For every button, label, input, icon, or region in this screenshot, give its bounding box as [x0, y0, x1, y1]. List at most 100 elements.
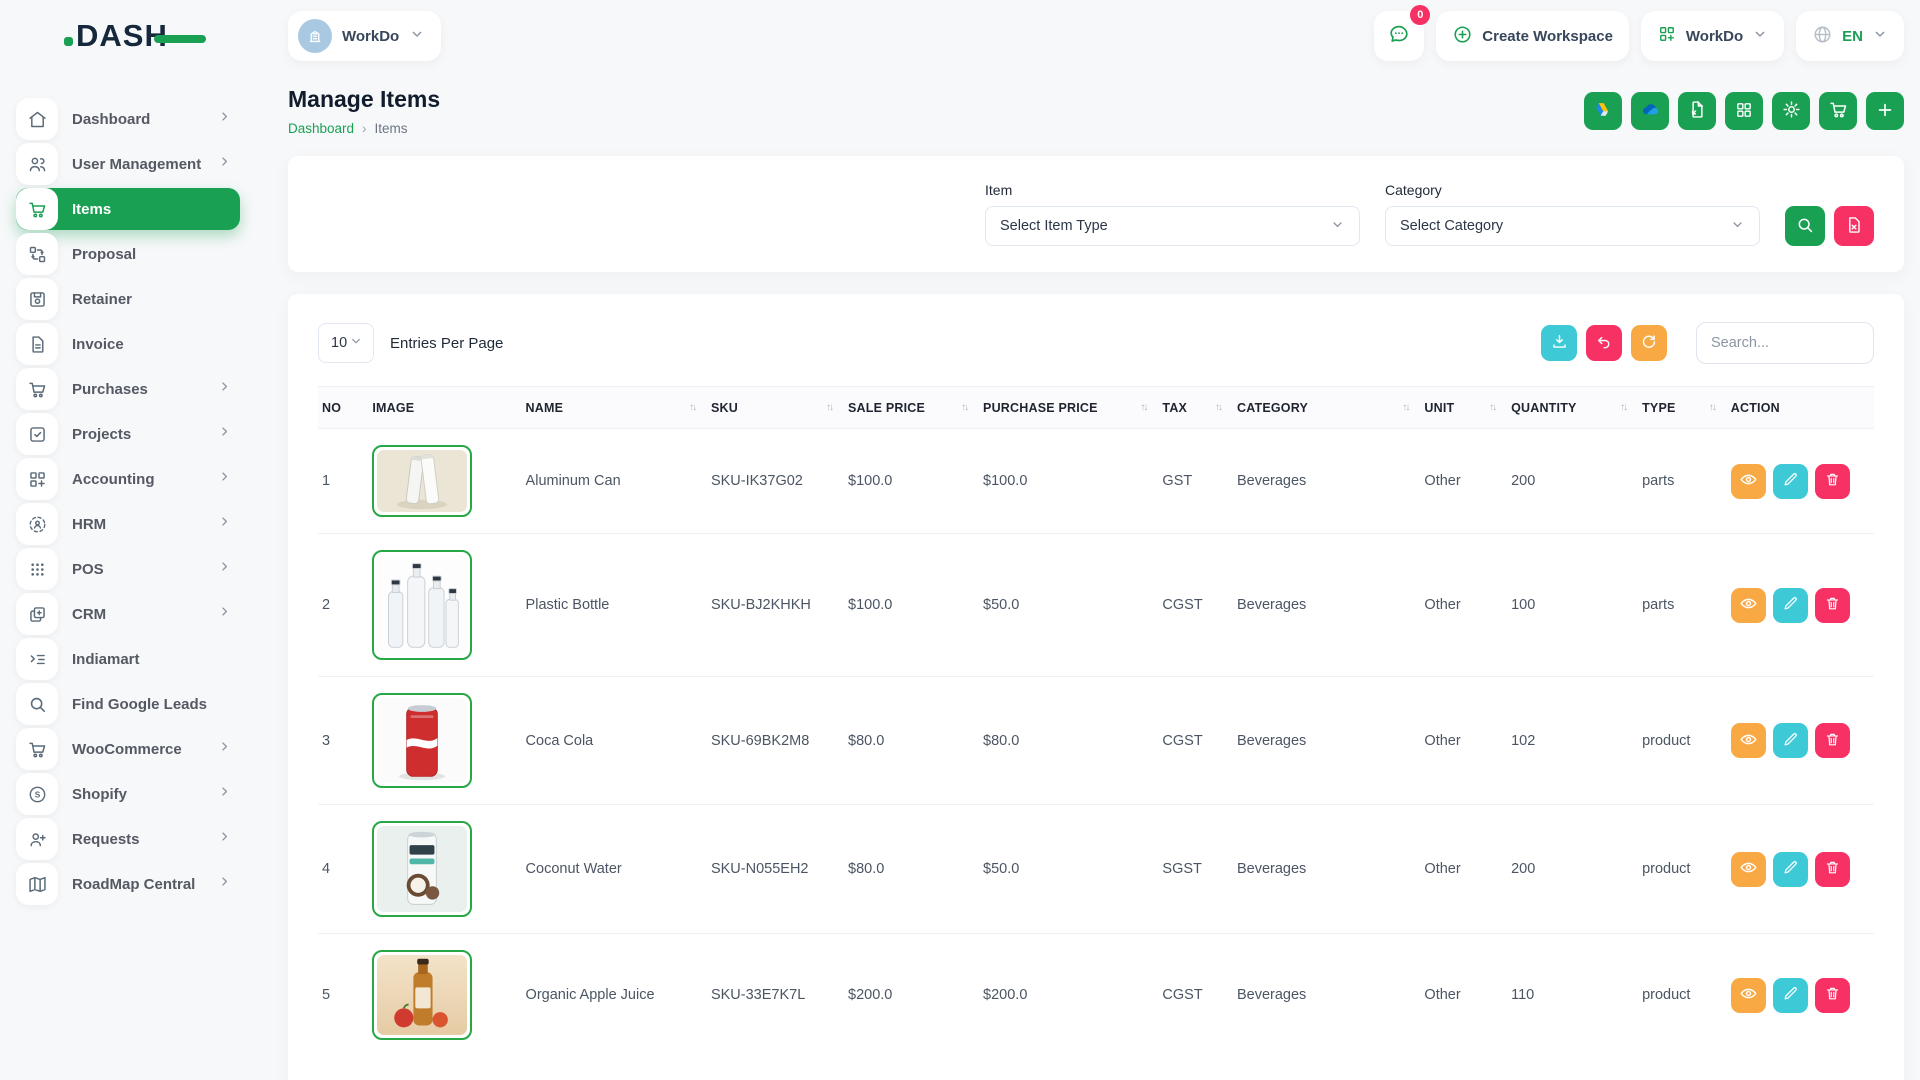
sidebar-item-indiamart[interactable]: Indiamart	[16, 638, 240, 680]
item-image-aluminum-can[interactable]	[372, 445, 472, 517]
cell-quantity: 110	[1507, 934, 1638, 1057]
sidebar-item-purchases[interactable]: Purchases	[16, 368, 240, 410]
language-selector[interactable]: EN	[1796, 11, 1904, 61]
create-workspace-button[interactable]: Create Workspace	[1436, 11, 1629, 61]
view-item-button[interactable]	[1731, 978, 1766, 1013]
import-file-button[interactable]	[1678, 92, 1716, 130]
sidebar-item-hrm[interactable]: HRM	[16, 503, 240, 545]
sidebar-item-roadmap-central[interactable]: RoadMap Central	[16, 863, 240, 905]
breadcrumb-separator: ›	[362, 121, 367, 136]
grid-view-button[interactable]	[1725, 92, 1763, 130]
sidebar-item-items[interactable]: Items	[16, 188, 240, 230]
edit-item-button[interactable]	[1773, 978, 1808, 1013]
column-header-type[interactable]: TYPE↑↓	[1638, 387, 1727, 429]
sidebar-item-label: Projects	[72, 426, 131, 443]
eye-icon	[1739, 730, 1758, 752]
sidebar-item-label: HRM	[72, 516, 106, 533]
sort-icon[interactable]: ↑↓	[1620, 402, 1634, 413]
sidebar-item-dashboard[interactable]: Dashboard	[16, 98, 240, 140]
cell-category: Beverages	[1233, 534, 1420, 677]
apply-filter-button[interactable]	[1785, 206, 1825, 246]
grid-four-icon	[1734, 100, 1754, 123]
delete-item-button[interactable]	[1815, 723, 1850, 758]
table-search-input[interactable]	[1696, 322, 1874, 364]
view-item-button[interactable]	[1731, 588, 1766, 623]
sort-icon[interactable]: ↑↓	[826, 402, 840, 413]
add-item-button[interactable]	[1866, 92, 1904, 130]
google-drive-button[interactable]	[1584, 92, 1622, 130]
plus-icon	[1875, 100, 1895, 123]
column-header-quantity[interactable]: QUANTITY↑↓	[1507, 387, 1638, 429]
settings-button[interactable]	[1772, 92, 1810, 130]
view-item-button[interactable]	[1731, 723, 1766, 758]
sort-icon[interactable]: ↑↓	[1140, 402, 1154, 413]
sidebar-item-retainer[interactable]: Retainer	[16, 278, 240, 320]
delete-item-button[interactable]	[1815, 978, 1850, 1013]
item-type-select[interactable]: Select Item Type	[985, 206, 1360, 246]
item-image-coconut-water[interactable]	[372, 821, 472, 917]
column-header-category[interactable]: CATEGORY↑↓	[1233, 387, 1420, 429]
view-item-button[interactable]	[1731, 464, 1766, 499]
sidebar-item-find-google-leads[interactable]: Find Google Leads	[16, 683, 240, 725]
entries-per-page-select[interactable]: 10	[318, 323, 374, 363]
sort-icon[interactable]: ↑↓	[1215, 402, 1229, 413]
undo-button[interactable]	[1586, 325, 1622, 361]
delete-item-button[interactable]	[1815, 588, 1850, 623]
workspace-selector[interactable]: WorkDo	[288, 11, 441, 61]
edit-item-button[interactable]	[1773, 852, 1808, 887]
sort-icon[interactable]: ↑↓	[961, 402, 975, 413]
table-row: 2 Plastic Bottle SKU-BJ2KHKH $100.0 $50.…	[318, 534, 1874, 677]
messages-button[interactable]: 0	[1374, 11, 1424, 61]
column-header-name[interactable]: NAME↑↓	[522, 387, 707, 429]
column-header-unit[interactable]: UNIT↑↓	[1420, 387, 1507, 429]
sort-icon[interactable]: ↑↓	[1402, 402, 1416, 413]
cell-tax: CGST	[1158, 677, 1233, 805]
refresh-button[interactable]	[1631, 325, 1667, 361]
category-select[interactable]: Select Category	[1385, 206, 1760, 246]
sort-icon[interactable]: ↑↓	[689, 402, 703, 413]
sidebar-item-proposal[interactable]: Proposal	[16, 233, 240, 275]
home-icon	[16, 98, 58, 140]
export-button[interactable]	[1541, 325, 1577, 361]
item-image-plastic-bottle[interactable]	[372, 550, 472, 660]
sort-icon[interactable]: ↑↓	[1489, 402, 1503, 413]
column-header-image: IMAGE	[368, 387, 521, 429]
column-header-sale-price[interactable]: SALE PRICE↑↓	[844, 387, 979, 429]
item-image-coca-cola[interactable]	[372, 693, 472, 788]
sidebar-item-pos[interactable]: POS	[16, 548, 240, 590]
column-header-purchase-price[interactable]: PURCHASE PRICE↑↓	[979, 387, 1158, 429]
workspace-menu-button[interactable]: WorkDo	[1641, 11, 1784, 61]
map-icon	[16, 863, 58, 905]
breadcrumb-dashboard-link[interactable]: Dashboard	[288, 121, 354, 136]
sort-icon[interactable]: ↑↓	[1709, 402, 1723, 413]
column-header-sku[interactable]: SKU↑↓	[707, 387, 844, 429]
dash-logo[interactable]: DASH	[64, 18, 206, 54]
column-header-no: NO	[318, 387, 368, 429]
header-action-buttons	[1584, 92, 1904, 130]
column-header-tax[interactable]: TAX↑↓	[1158, 387, 1233, 429]
table-row: 4 Coconut Water SKU-N055EH2 $80.0 $50.0 …	[318, 805, 1874, 934]
edit-item-button[interactable]	[1773, 723, 1808, 758]
edit-item-button[interactable]	[1773, 464, 1808, 499]
sidebar-item-projects[interactable]: Projects	[16, 413, 240, 455]
topbar-right: 0 Create Workspace WorkDo EN	[1374, 11, 1904, 61]
cart-button[interactable]	[1819, 92, 1857, 130]
view-item-button[interactable]	[1731, 852, 1766, 887]
sidebar-item-invoice[interactable]: Invoice	[16, 323, 240, 365]
pencil-icon	[1782, 595, 1799, 615]
sidebar-item-requests[interactable]: Requests	[16, 818, 240, 860]
sidebar-item-user-management[interactable]: User Management	[16, 143, 240, 185]
cell-tax: SGST	[1158, 805, 1233, 934]
delete-item-button[interactable]	[1815, 464, 1850, 499]
sidebar-item-crm[interactable]: CRM	[16, 593, 240, 635]
reset-filter-button[interactable]	[1834, 206, 1874, 246]
sidebar-item-shopify[interactable]: Shopify	[16, 773, 240, 815]
sidebar-item-label: POS	[72, 561, 104, 578]
delete-item-button[interactable]	[1815, 852, 1850, 887]
sidebar-item-accounting[interactable]: Accounting	[16, 458, 240, 500]
item-image-apple-juice[interactable]	[372, 950, 472, 1040]
onedrive-button[interactable]	[1631, 92, 1669, 130]
edit-item-button[interactable]	[1773, 588, 1808, 623]
cell-sale-price: $100.0	[844, 429, 979, 534]
sidebar-item-woocommerce[interactable]: WooCommerce	[16, 728, 240, 770]
